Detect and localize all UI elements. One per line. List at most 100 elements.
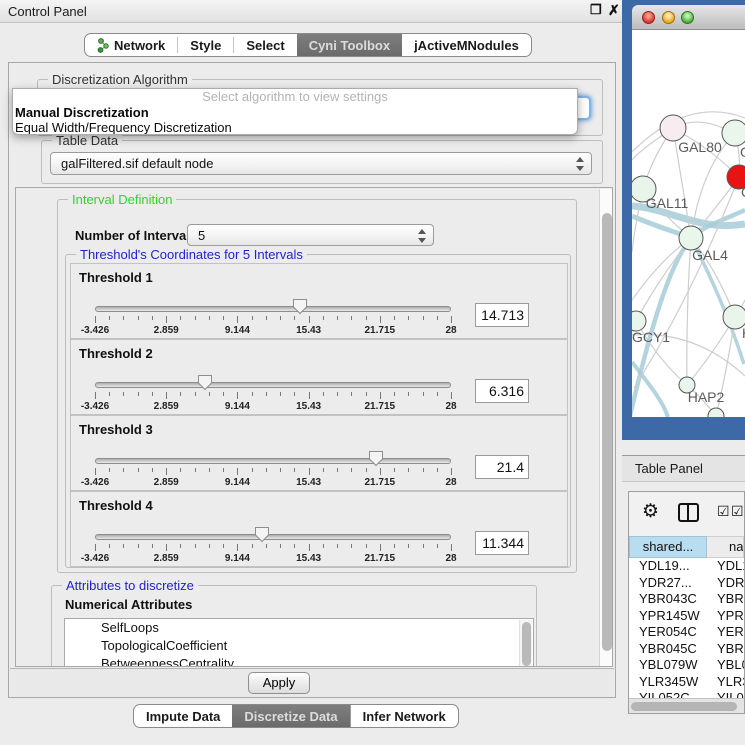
column-header-name[interactable]: na: [707, 536, 744, 558]
cell-shared-name[interactable]: YBL079W: [629, 657, 707, 674]
num-intervals-select[interactable]: 5: [187, 224, 434, 246]
slider-tick: [380, 468, 381, 475]
network-edge[interactable]: [687, 238, 691, 385]
apply-button[interactable]: Apply: [248, 672, 310, 694]
network-node[interactable]: [722, 120, 745, 146]
threshold-value-field[interactable]: 6.316: [475, 379, 529, 403]
cell-shared-name[interactable]: YER054C: [629, 624, 707, 641]
tab-label: Network: [114, 38, 165, 53]
column-header-shared-name[interactable]: shared...: [629, 536, 707, 558]
tab-style[interactable]: Style: [178, 34, 233, 56]
slider-tick: [223, 544, 224, 548]
table-row[interactable]: YPR145WYPR1: [629, 608, 744, 625]
table-row[interactable]: YER054CYER0: [629, 624, 744, 641]
table-row[interactable]: YDL19...YDL1: [629, 558, 744, 575]
threshold-slider-thumb[interactable]: [368, 450, 384, 467]
bottom-tab-discretize-data[interactable]: Discretize Data: [232, 705, 349, 727]
tab-jactivemnodules[interactable]: jActiveMNodules: [402, 34, 531, 56]
threshold-slider-thumb[interactable]: [197, 374, 213, 391]
threshold-value-field[interactable]: 11.344: [475, 531, 529, 555]
threshold-slider-track[interactable]: [95, 382, 451, 388]
table-row[interactable]: YLR345WYLR3: [629, 674, 744, 691]
table-row[interactable]: YIL052CYIL0: [629, 690, 744, 698]
slider-tick: [266, 392, 267, 396]
threshold-slider-thumb[interactable]: [254, 526, 270, 543]
network-window-titlebar[interactable]: [632, 5, 745, 30]
cell-shared-name[interactable]: YDL19...: [629, 558, 707, 575]
table-row[interactable]: YBL079WYBL0: [629, 657, 744, 674]
cell-shared-name[interactable]: YPR145W: [629, 608, 707, 625]
cell-shared-name[interactable]: YBR043C: [629, 591, 707, 608]
float-window-icon[interactable]: ❐: [590, 2, 602, 18]
cell-shared-name[interactable]: YDR27...: [629, 575, 707, 592]
slider-tick-label: -3.426: [81, 477, 109, 488]
column-layout-icon[interactable]: [678, 503, 699, 522]
cell-shared-name[interactable]: YIL052C: [629, 690, 707, 698]
bottom-tab-infer-network[interactable]: Infer Network: [350, 705, 458, 727]
cell-name[interactable]: YBR0: [707, 641, 744, 658]
cell-shared-name[interactable]: YLR345W: [629, 674, 707, 691]
slider-tick: [423, 316, 424, 320]
slider-tick: [351, 468, 352, 472]
table-row[interactable]: YBR043CYBR0: [629, 591, 744, 608]
threshold-panel: Threshold 2 6.316 -3.4262.8599.14415.432…: [70, 339, 568, 415]
tab-network[interactable]: Network: [85, 34, 177, 56]
threshold-slider-track[interactable]: [95, 458, 451, 464]
slider-tick-label: 9.144: [225, 401, 250, 412]
slider-tick: [280, 544, 281, 548]
slider-tick: [280, 316, 281, 320]
slider-tick-label: 2.859: [154, 401, 179, 412]
table-row[interactable]: YDR27...YDR2: [629, 575, 744, 592]
threshold-slider-track[interactable]: [95, 534, 451, 540]
panel-scrollbar[interactable]: [599, 189, 613, 667]
tab-select[interactable]: Select: [234, 34, 296, 56]
window-title: Control Panel: [8, 4, 87, 19]
tab-cyni-toolbox[interactable]: Cyni Toolbox: [297, 34, 402, 56]
slider-tick: [309, 544, 310, 551]
dropdown-item-equal-width[interactable]: Equal Width/Frequency Discretization: [13, 120, 577, 135]
slider-tick-label: 21.715: [365, 477, 396, 488]
mac-minimize-button[interactable]: [662, 11, 675, 24]
mac-zoom-button[interactable]: [681, 11, 694, 24]
cell-name[interactable]: YDR2: [707, 575, 744, 592]
panel-scrollbar-thumb[interactable]: [602, 213, 612, 651]
mac-close-button[interactable]: [642, 11, 655, 24]
table-horizontal-scrollbar[interactable]: [629, 698, 744, 713]
close-icon[interactable]: ✗: [608, 2, 620, 19]
cell-name[interactable]: YPR1: [707, 608, 744, 625]
threshold-value-field[interactable]: 14.713: [475, 303, 529, 327]
checkbox-icon[interactable]: ☑: [717, 503, 730, 520]
node-table: ⚙ ☑ ☑ shared... na YDL19...YDL1YDR27...Y…: [628, 491, 745, 714]
cell-name[interactable]: YER0: [707, 624, 744, 641]
cell-name[interactable]: YBL0: [707, 657, 744, 674]
cell-name[interactable]: YBR0: [707, 591, 744, 608]
cell-name[interactable]: YIL0: [707, 690, 744, 698]
interval-definition-title: Interval Definition: [68, 192, 176, 207]
bottom-tab-impute-data[interactable]: Impute Data: [134, 705, 232, 727]
network-canvas[interactable]: GAL80GACGAL11GAL4GCY1HHAP2: [632, 30, 745, 417]
checkbox-icon[interactable]: ☑: [731, 503, 744, 520]
cell-shared-name[interactable]: YBR045C: [629, 641, 707, 658]
table-data-select[interactable]: galFiltered.sif default node: [50, 152, 592, 175]
slider-tick: [166, 392, 167, 399]
network-node[interactable]: [632, 311, 646, 331]
dropdown-item-manual[interactable]: Manual Discretization: [13, 105, 577, 120]
threshold-value-field[interactable]: 21.4: [475, 455, 529, 479]
list-scrollbar[interactable]: [519, 620, 532, 667]
gear-icon[interactable]: ⚙: [642, 500, 659, 523]
attribute-list-item[interactable]: BetweennessCentrality: [65, 655, 533, 667]
threshold-slider-track[interactable]: [95, 306, 451, 312]
attribute-list-item[interactable]: TopologicalCoefficient: [65, 637, 533, 655]
slider-tick: [166, 544, 167, 551]
network-node[interactable]: [660, 115, 686, 141]
table-row[interactable]: YBR045CYBR0: [629, 641, 744, 658]
cell-name[interactable]: YLR3: [707, 674, 744, 691]
attribute-list-item[interactable]: SelfLoops: [65, 619, 533, 637]
threshold-slider-thumb[interactable]: [292, 298, 308, 315]
slider-tick: [152, 316, 153, 320]
cell-name[interactable]: YDL1: [707, 558, 744, 575]
slider-tick: [323, 316, 324, 320]
slider-tick: [309, 468, 310, 475]
numerical-attributes-list[interactable]: SelfLoopsTopologicalCoefficientBetweenne…: [64, 618, 534, 667]
tab-label: Select: [246, 38, 284, 53]
